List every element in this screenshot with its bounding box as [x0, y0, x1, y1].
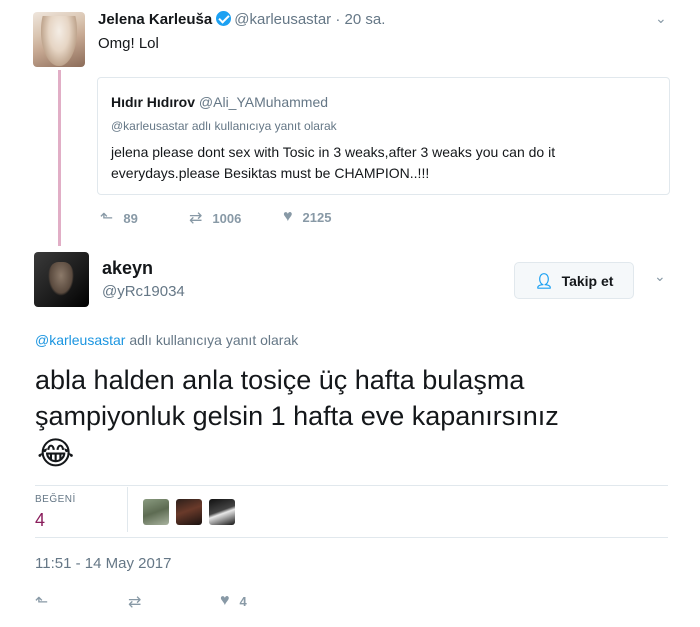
follow-label: Takip et — [561, 272, 614, 289]
retweet-icon: ⇄ — [128, 594, 142, 611]
main-author-handle[interactable]: @yRc19034 — [102, 283, 185, 300]
main-tweet-text: abla halden anla tosiçe üç hafta bulaşma… — [35, 365, 559, 431]
thread-connector-line — [58, 70, 61, 246]
heart-icon: ♥ — [220, 592, 230, 609]
parent-tweet-time[interactable]: 20 sa. — [345, 11, 386, 28]
likes-stat-label[interactable]: BEĞENİ — [35, 494, 76, 505]
avatar-main[interactable] — [34, 252, 89, 307]
quoted-tweet-text: jelena please dont sex with Tosic in 3 w… — [111, 144, 556, 181]
reply-context-suffix: adlı kullanıcıya yanıt olarak — [125, 332, 299, 348]
divider-top — [35, 485, 668, 486]
separator-dot: · — [335, 11, 341, 28]
quoted-tweet-card[interactable]: Hıdır Hıdırov @Ali_YAMuhammed @karleusas… — [97, 77, 670, 195]
reply-count: 89 — [123, 210, 138, 226]
retweet-icon: ⇄ — [189, 210, 203, 227]
divider-bottom — [35, 537, 668, 538]
like-button[interactable]: ♥ 2125 — [283, 208, 331, 226]
parent-tweet-header: Jelena Karleuša @karleusastar · 20 sa. — [98, 11, 385, 28]
likes-stat-value[interactable]: 4 — [35, 510, 45, 531]
liker-avatar[interactable] — [143, 499, 169, 525]
retweet-button[interactable]: ⇄ — [128, 592, 151, 612]
main-reply-context: @karleusastar adlı kullanıcıya yanıt ola… — [35, 332, 298, 348]
quoted-reply-context: @karleusastar adlı kullanıcıya yanıt ola… — [111, 119, 337, 133]
retweet-button[interactable]: ⇄ 1006 — [189, 208, 241, 228]
quoted-author-name: Hıdır Hıdırov — [111, 94, 196, 110]
reply-button[interactable]: ⬑ 89 — [100, 208, 138, 228]
liker-avatar[interactable] — [209, 499, 235, 525]
reply-icon: ⬑ — [35, 594, 49, 611]
add-user-icon: 👤︎ — [534, 272, 554, 290]
chevron-down-icon[interactable]: ⌄ — [654, 268, 666, 285]
verified-badge-icon — [216, 11, 232, 26]
retweet-count: 1006 — [212, 210, 242, 226]
avatar-parent[interactable] — [33, 12, 85, 67]
laughing-tears-emoji: 😂 — [37, 435, 75, 471]
parent-tweet-text: Omg! Lol — [98, 35, 159, 52]
like-button[interactable]: ♥ 4 — [220, 592, 247, 610]
liker-avatar[interactable] — [176, 499, 202, 525]
tweet-timestamp[interactable]: 11:51 - 14 May 2017 — [35, 555, 171, 572]
parent-author-handle[interactable]: @karleusastar — [234, 11, 331, 28]
heart-icon: ♥ — [283, 208, 293, 225]
chevron-down-icon[interactable]: ⌄ — [655, 10, 667, 27]
reply-button[interactable]: ⬑ — [35, 592, 58, 612]
main-author-name[interactable]: akeyn — [102, 258, 153, 279]
stats-divider — [127, 487, 128, 532]
reply-icon: ⬑ — [100, 210, 114, 227]
quoted-tweet-header: Hıdır Hıdırov @Ali_YAMuhammed — [111, 94, 328, 110]
parent-author-name[interactable]: Jelena Karleuša — [98, 11, 212, 28]
like-count: 2125 — [302, 209, 332, 225]
follow-button[interactable]: 👤︎ Takip et — [514, 262, 634, 299]
like-count: 4 — [239, 593, 247, 609]
reply-to-handle-link[interactable]: @karleusastar — [35, 332, 125, 348]
quoted-author-handle: @Ali_YAMuhammed — [198, 94, 329, 110]
